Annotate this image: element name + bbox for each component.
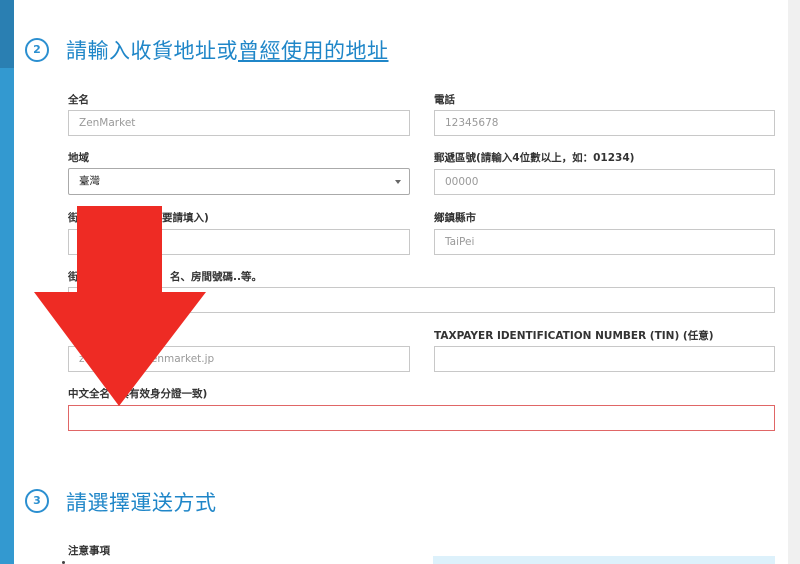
chevron-down-icon (395, 180, 401, 184)
left-accent-bar-top (0, 0, 14, 68)
section-2-title: 請輸入收貨地址或曾經使用的地址 (66, 35, 389, 65)
section-2-title-text: 請輸入收貨地址或 (66, 39, 238, 63)
step-2-badge: 2 (25, 38, 49, 62)
right-page-margin (788, 0, 800, 564)
chinese-name-input[interactable] (68, 405, 775, 431)
region-label: 地域 (68, 152, 89, 164)
fullname-label: 全名 (68, 94, 89, 106)
step-3-badge: 3 (25, 489, 49, 513)
arrow-shape (34, 206, 206, 406)
postal-label: 郵遞區號(請輸入4位數以上，如：01234) (434, 152, 635, 164)
arrow-down-icon (34, 206, 206, 406)
tin-label: TAXPAYER IDENTIFICATION NUMBER (TIN) (任意… (434, 330, 714, 342)
phone-input[interactable]: 12345678 (434, 110, 775, 136)
left-accent-bar (0, 0, 14, 564)
used-addresses-link[interactable]: 曾經使用的地址 (238, 39, 389, 63)
region-selected-value: 臺灣 (79, 175, 100, 187)
section-3-title: 請選擇運送方式 (66, 491, 217, 515)
tin-input[interactable] (434, 346, 775, 372)
fullname-input[interactable]: ZenMarket (68, 110, 410, 136)
phone-label: 電話 (434, 94, 455, 106)
town-input[interactable]: TaiPei (434, 229, 775, 255)
town-label: 鄉鎮縣市 (434, 212, 476, 224)
region-select[interactable]: 臺灣 (68, 168, 410, 195)
postal-input[interactable]: 00000 (434, 169, 775, 195)
notes-label: 注意事項 (68, 545, 110, 557)
shipping-notice-box (433, 556, 775, 564)
